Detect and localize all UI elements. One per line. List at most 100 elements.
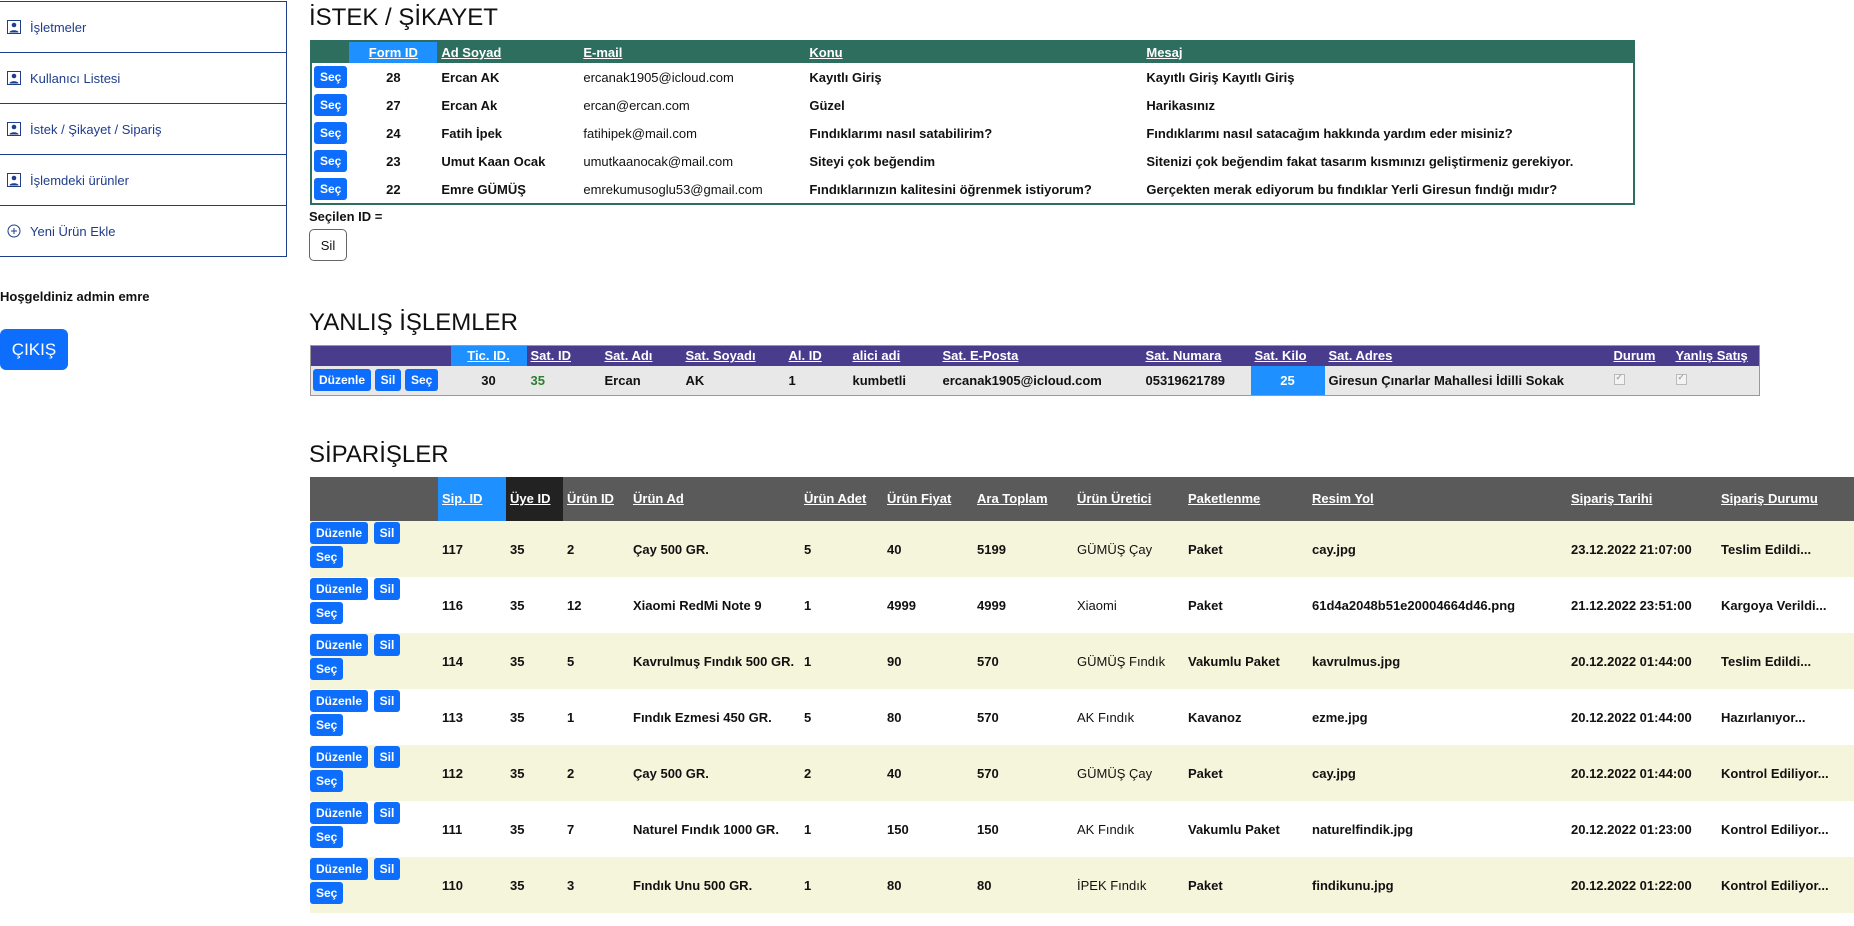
header-tic-id[interactable]: Tic. ID. — [450, 345, 527, 366]
header-urun-uretici[interactable]: Ürün Üretici — [1073, 477, 1184, 521]
row-actions: Seç — [311, 119, 349, 147]
select-button[interactable]: Seç — [310, 882, 344, 904]
select-button[interactable]: Seç — [310, 826, 344, 848]
edit-button[interactable]: Düzenle — [310, 746, 369, 768]
row-actions-top: Düzenle Sil — [310, 857, 438, 881]
table-row: Düzenle Sil Seç 112 35 2 Çay 500 GR. 2 40 570 GÜM… — [310, 745, 1854, 801]
edit-button[interactable]: Düzenle — [310, 634, 369, 656]
orders-title: SİPARİŞLER — [309, 441, 449, 468]
cell-tarih: 20.12.2022 01:44:00 — [1571, 765, 1692, 781]
header-sat-kilo[interactable]: Sat. Kilo — [1251, 346, 1325, 366]
select-button[interactable]: Seç — [310, 546, 344, 568]
sidebar-item-processing-products[interactable]: İşlemdeki ürünler — [0, 154, 287, 206]
header-yanlis-satis[interactable]: Yanlış Satış — [1672, 346, 1760, 366]
table-row: Düzenle Sil Seç 111 35 7 Naturel Fındık 1000 … — [310, 801, 1854, 857]
header-urun-fiyat[interactable]: Ürün Fiyat — [883, 477, 973, 521]
select-button[interactable]: Seç — [314, 122, 348, 144]
cell-subject: Fındıklarımı nasıl satabilirim? — [809, 125, 993, 141]
cell-sip-id: 116 — [442, 597, 463, 613]
header-message[interactable]: Mesaj — [1142, 41, 1634, 63]
cell-toplam: 570 — [977, 709, 999, 725]
select-button[interactable]: Seç — [310, 714, 344, 736]
requests-table: Form ID Ad Soyad E-mail Konu Mesaj Seç 28… — [310, 40, 1635, 205]
table-row: Düzenle Sil Seç 114 35 5 Kavrulmuş Fındık 500… — [310, 633, 1854, 689]
header-siparis-durumu[interactable]: Sipariş Durumu — [1717, 477, 1854, 521]
edit-button[interactable]: Düzenle — [310, 690, 369, 712]
header-urun-id[interactable]: Ürün ID — [563, 477, 629, 521]
header-subject[interactable]: Konu — [805, 41, 1142, 63]
cell-email: umutkaanocak@mail.com — [583, 153, 734, 169]
cell-sip-id: 114 — [442, 653, 463, 669]
cell-uretici: GÜMÜŞ Çay — [1077, 541, 1153, 557]
header-name[interactable]: Ad Soyad — [437, 41, 579, 63]
header-alici-adi[interactable]: alici adi — [849, 346, 939, 366]
header-ara-toplam[interactable]: Ara Toplam — [973, 477, 1073, 521]
header-sat-adres[interactable]: Sat. Adres — [1325, 346, 1610, 366]
header-sat-soyadi[interactable]: Sat. Soyadı — [682, 346, 785, 366]
header-sat-id[interactable]: Sat. ID — [527, 346, 601, 366]
status-checkbox[interactable] — [1613, 372, 1625, 385]
delete-button[interactable]: Sil — [373, 746, 401, 768]
row-actions: Seç — [311, 175, 349, 204]
delete-button[interactable]: Sil — [373, 522, 401, 544]
user-icon — [6, 121, 22, 137]
delete-button[interactable]: Sil — [373, 802, 401, 824]
select-button[interactable]: Seç — [310, 770, 344, 792]
select-button[interactable]: Seç — [314, 150, 348, 172]
header-uye-id[interactable]: Üye ID — [506, 477, 563, 521]
cell-fiyat: 80 — [887, 709, 902, 725]
select-button[interactable]: Seç — [404, 369, 439, 392]
sidebar-item-requests[interactable]: İstek / Şikayet / Sipariş — [0, 103, 287, 155]
cell-name: Ercan Ak — [441, 97, 498, 113]
header-sip-id[interactable]: Sip. ID — [438, 477, 506, 521]
cell-tarih: 20.12.2022 01:44:00 — [1571, 709, 1692, 725]
cell-durum: Kontrol Ediliyor... — [1721, 821, 1829, 837]
header-urun-ad[interactable]: Ürün Ad — [629, 477, 800, 521]
delete-button[interactable]: Sil — [374, 369, 402, 392]
row-actions-top: Düzenle Sil — [310, 689, 438, 713]
row-actions: Düzenle Sil Seç — [310, 633, 438, 689]
edit-button[interactable]: Düzenle — [313, 369, 372, 392]
row-actions-bottom: Seç — [310, 545, 438, 569]
row-actions: Düzenle Sil Seç — [310, 577, 438, 633]
sidebar-item-add-product[interactable]: Yeni Ürün Ekle — [0, 205, 287, 257]
sidebar-item-users[interactable]: Kullanıcı Listesi — [0, 52, 287, 104]
header-paketlenme[interactable]: Paketlenme — [1184, 477, 1308, 521]
header-siparis-tarihi[interactable]: Sipariş Tarihi — [1567, 477, 1717, 521]
sidebar-item-businesses[interactable]: İşletmeler — [0, 1, 287, 53]
table-row: Seç 27 Ercan Ak ercan@ercan.com Güzel Harikas… — [311, 91, 1634, 119]
header-resim-yol[interactable]: Resim Yol — [1308, 477, 1567, 521]
header-sat-adi[interactable]: Sat. Adı — [601, 346, 682, 366]
edit-button[interactable]: Düzenle — [310, 522, 369, 544]
select-button[interactable]: Seç — [314, 178, 348, 200]
cell-urun-ad: Naturel Fındık 1000 GR. — [633, 821, 779, 837]
cell-fiyat: 80 — [887, 877, 902, 893]
header-urun-adet[interactable]: Ürün Adet — [800, 477, 883, 521]
wrong-sale-checkbox[interactable] — [1675, 372, 1687, 385]
edit-button[interactable]: Düzenle — [310, 578, 369, 600]
row-actions-top: Düzenle Sil — [310, 633, 438, 657]
delete-button[interactable]: Sil — [373, 690, 401, 712]
header-durum[interactable]: Durum — [1610, 346, 1672, 366]
edit-button[interactable]: Düzenle — [310, 802, 369, 824]
header-sat-eposta[interactable]: Sat. E-Posta — [939, 346, 1142, 366]
select-button[interactable]: Seç — [314, 94, 348, 116]
cell-urun-ad: Çay 500 GR. — [633, 541, 709, 557]
delete-button[interactable]: Sil — [373, 634, 401, 656]
logout-button[interactable]: ÇIKIŞ — [0, 329, 68, 370]
delete-button[interactable]: Sil — [373, 578, 401, 600]
header-email[interactable]: E-mail — [579, 41, 805, 63]
delete-button[interactable]: Sil — [309, 229, 347, 261]
actions-column-header — [310, 477, 438, 521]
header-form-id[interactable]: Form ID — [349, 41, 438, 63]
select-button[interactable]: Seç — [310, 658, 344, 680]
edit-button[interactable]: Düzenle — [310, 858, 369, 880]
cell-email: ercan@ercan.com — [583, 97, 690, 113]
wrong-ops-title: YANLIŞ İŞLEMLER — [309, 309, 518, 336]
delete-button[interactable]: Sil — [373, 858, 401, 880]
header-al-id[interactable]: Al. ID — [785, 346, 849, 366]
header-sat-numara[interactable]: Sat. Numara — [1142, 346, 1251, 366]
cell-form-id: 27 — [386, 97, 401, 113]
select-button[interactable]: Seç — [310, 602, 344, 624]
select-button[interactable]: Seç — [314, 66, 348, 88]
